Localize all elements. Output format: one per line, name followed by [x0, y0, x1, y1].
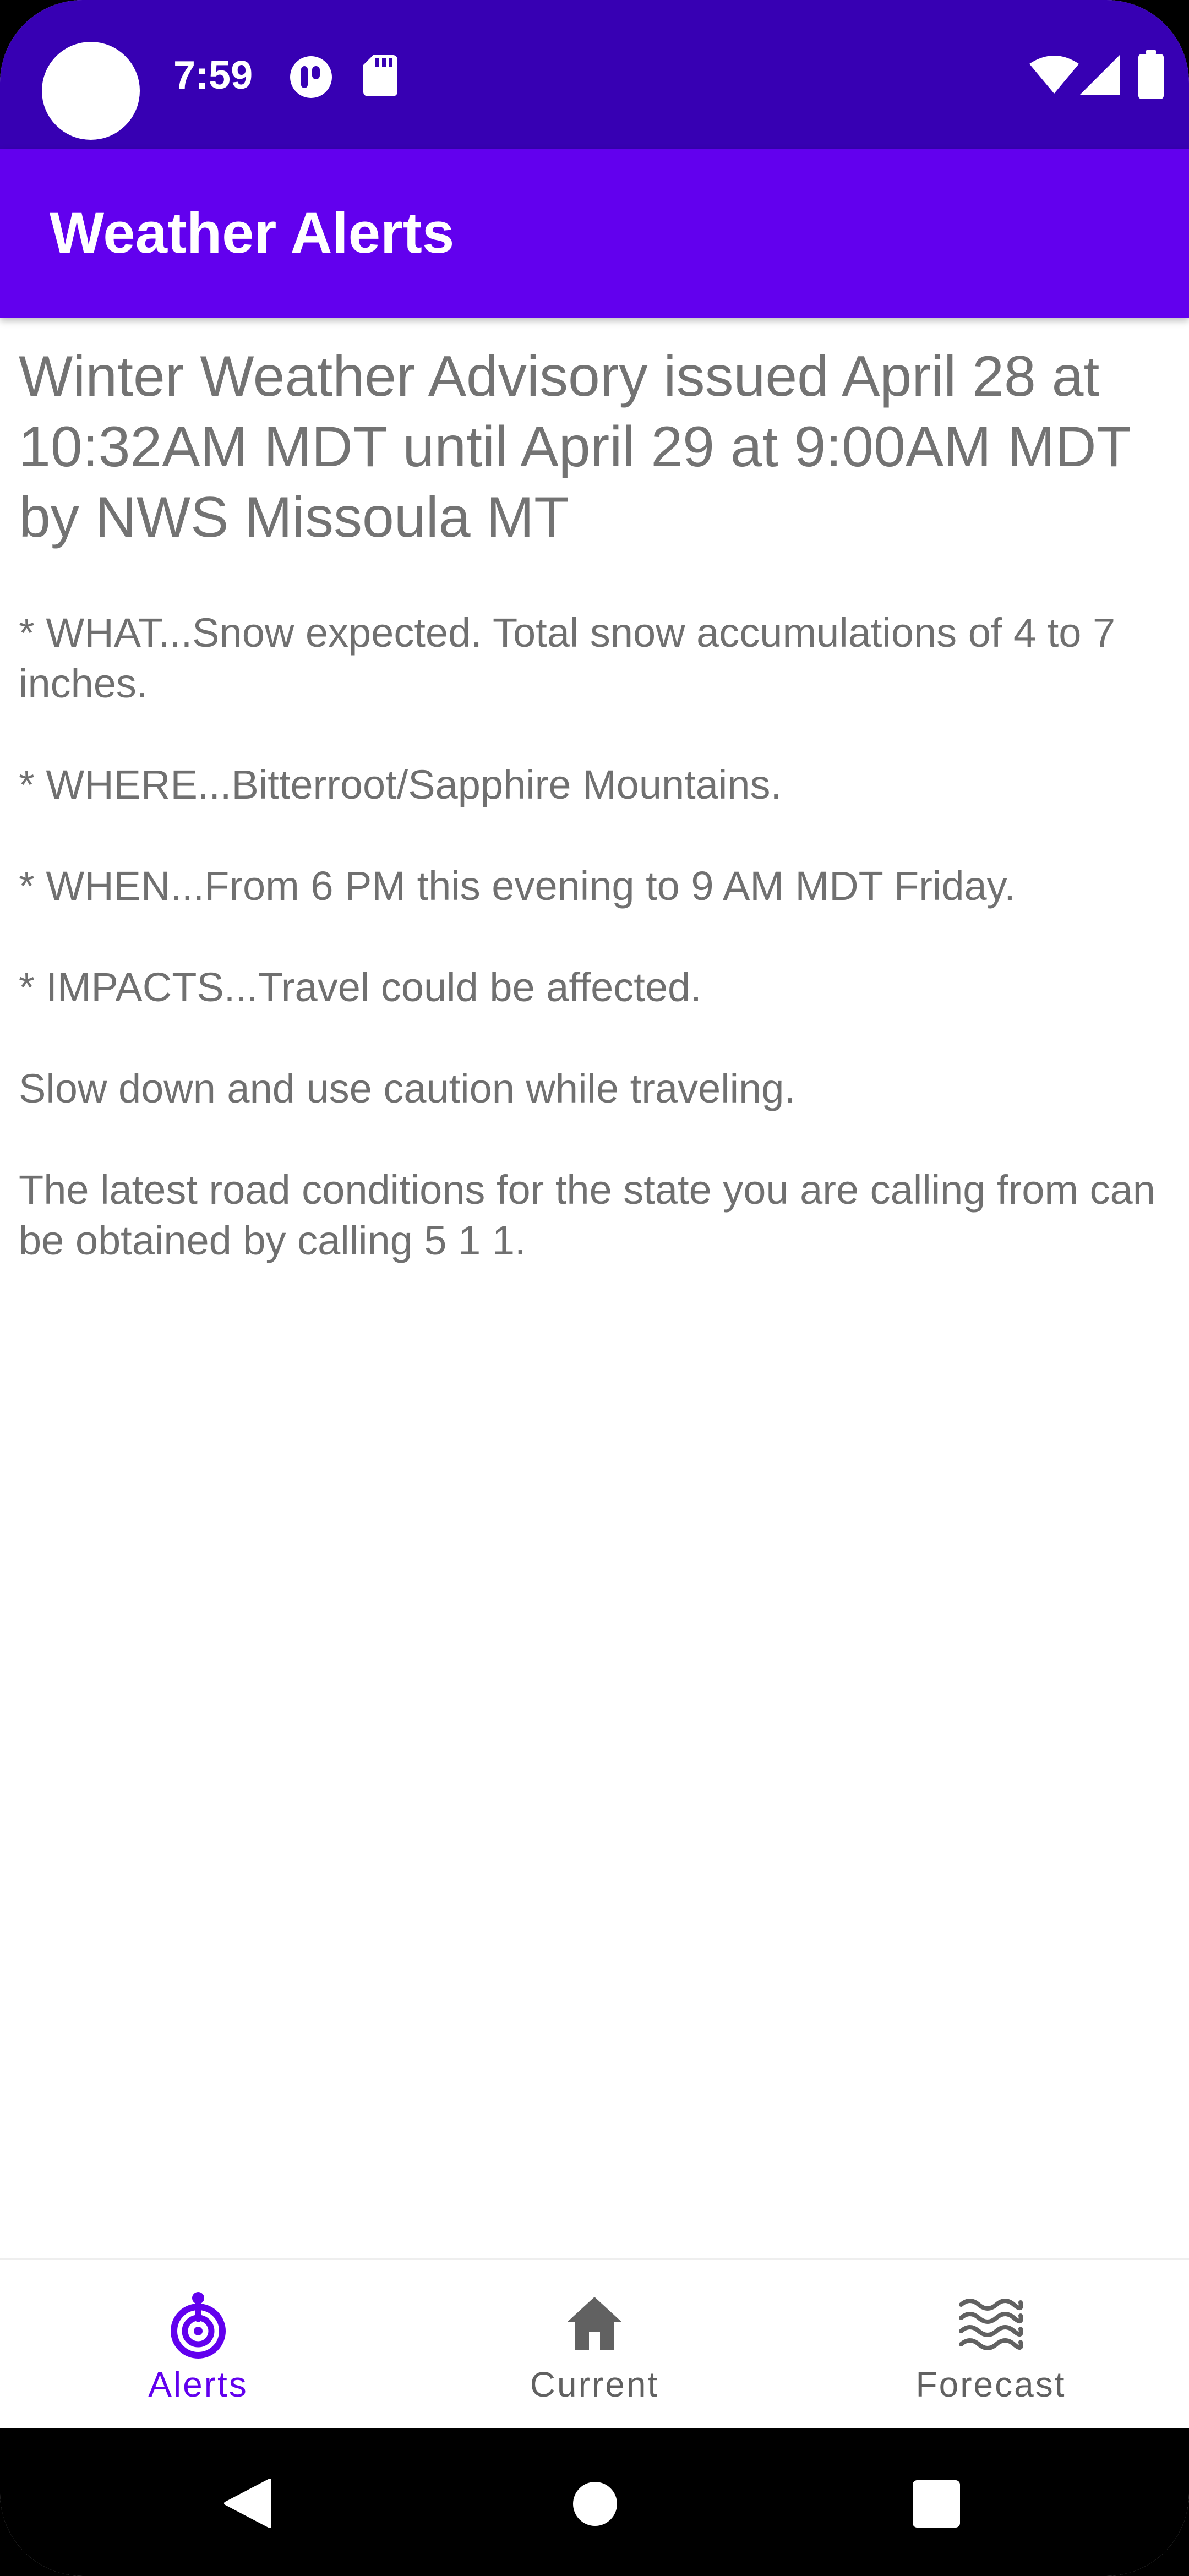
alerts-icon [171, 2292, 226, 2359]
wifi-icon [1029, 56, 1079, 94]
nav-label-alerts: Alerts [148, 2365, 248, 2404]
status-time: 7:59 [173, 53, 253, 97]
back-icon[interactable] [221, 2477, 274, 2530]
alert-road-line2: be obtained by calling 5 1 1. [19, 1218, 526, 1263]
alert-advice: Slow down and use caution while travelin… [19, 1066, 795, 1111]
alert-when: * WHEN...From 6 PM this evening to 9 AM … [19, 863, 1016, 909]
home-button-icon[interactable] [572, 2481, 618, 2526]
alert-road-line1: The latest road conditions for the state… [19, 1167, 1155, 1213]
system-navigation-bar [0, 2428, 1189, 2576]
battery-icon [1138, 50, 1164, 99]
app-title: Weather Alerts [50, 201, 455, 265]
alert-what-line1: * WHAT...Snow expected. Total snow accum… [19, 610, 1116, 656]
alert-what-line2: inches. [19, 661, 148, 706]
notification-app-icon [290, 56, 332, 98]
nav-item-current[interactable]: Current [396, 2260, 793, 2430]
sd-card-icon [363, 55, 397, 96]
bottom-navigation: Alerts Current Forecast [0, 2258, 1189, 2430]
home-icon [567, 2297, 622, 2350]
alert-description: * WHAT...Snow expected. Total snow accum… [19, 608, 1169, 1266]
alert-where: * WHERE...Bitterroot/Sapphire Mountains. [19, 762, 782, 807]
recents-icon[interactable] [913, 2480, 960, 2528]
nav-label-current: Current [530, 2365, 659, 2404]
alert-heading: Winter Weather Advisory issued April 28 … [19, 345, 1131, 549]
app-bar: Weather Alerts [0, 149, 1189, 318]
status-bar: 7:59 [0, 0, 1189, 149]
nav-item-forecast[interactable]: Forecast [793, 2260, 1189, 2430]
waves-icon [959, 2299, 1023, 2350]
alert-detail: Winter Weather Advisory issued April 28 … [19, 341, 1169, 1317]
nav-item-alerts[interactable]: Alerts [0, 2260, 396, 2430]
cell-signal-icon [1080, 55, 1120, 95]
alert-impacts: * IMPACTS...Travel could be affected. [19, 964, 702, 1010]
camera-cutout [42, 42, 140, 140]
nav-label-forecast: Forecast [915, 2365, 1066, 2404]
phone-screen: 7:59 Weather Alerts Winter Weather Advis… [0, 0, 1189, 2576]
